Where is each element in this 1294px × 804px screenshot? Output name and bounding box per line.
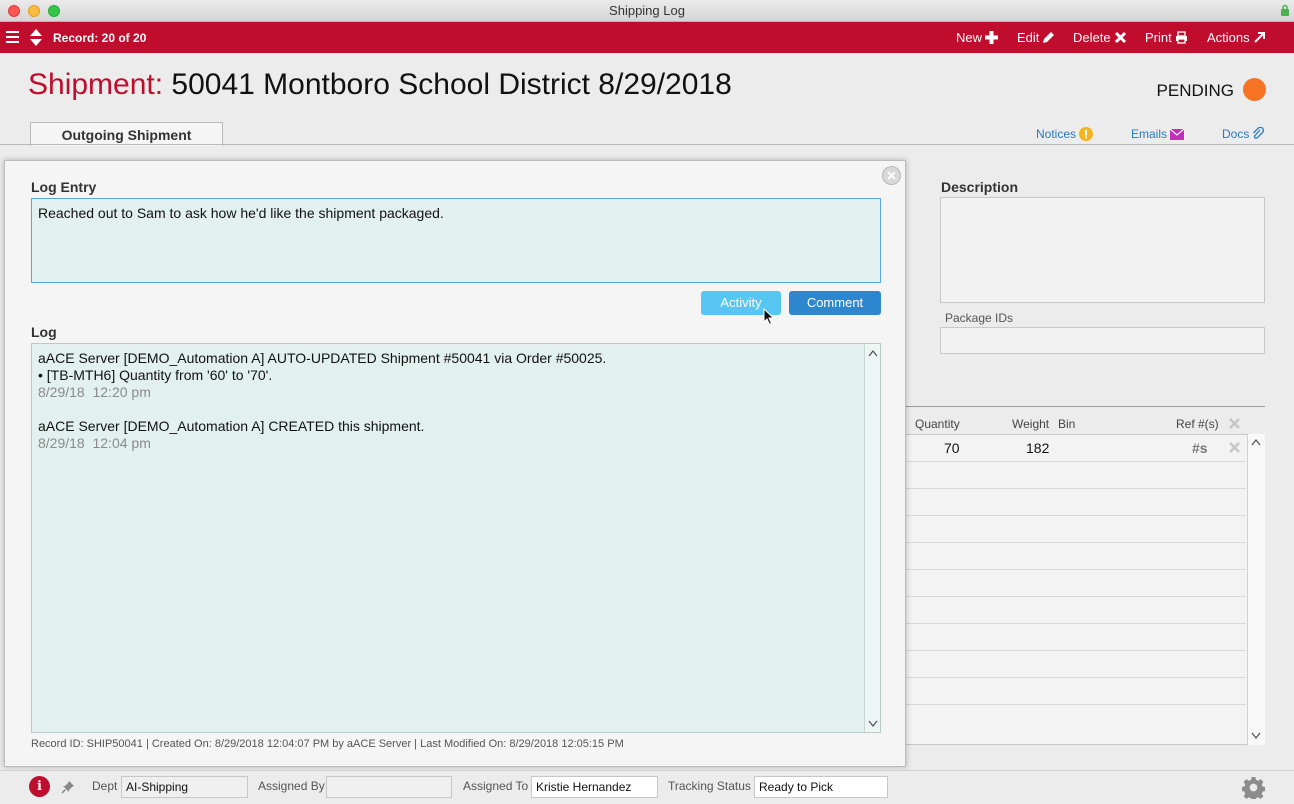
record-toolbar: Record: 20 of 20 New Edit Delete Print A… [0, 22, 1294, 53]
window-title: Shipping Log [609, 3, 685, 18]
docs-link[interactable]: Docs [1222, 127, 1265, 141]
window-close-button[interactable] [8, 5, 20, 17]
record-counter: Record: 20 of 20 [53, 31, 147, 45]
edit-label: Edit [1017, 30, 1040, 45]
external-arrow-icon [1253, 32, 1265, 43]
row-quantity[interactable]: 70 [944, 440, 960, 456]
printer-icon [1175, 31, 1187, 44]
scroll-up-icon[interactable] [868, 349, 878, 357]
page-title: Shipment: 50041 Montboro School District… [28, 68, 732, 102]
status-text: PENDING [1156, 81, 1234, 100]
comment-button[interactable]: Comment [789, 291, 881, 315]
delete-button[interactable]: Delete [1073, 30, 1127, 45]
actions-label: Actions [1207, 30, 1250, 45]
menu-icon[interactable] [6, 30, 19, 44]
paperclip-icon [1253, 127, 1265, 139]
package-ids-label: Package IDs [945, 311, 1014, 325]
print-label: Print [1145, 30, 1172, 45]
log-entry-1-line2: • [TB-MTH6] Quantity from '60' to '70'. [38, 367, 273, 383]
window-minimize-button[interactable] [28, 5, 40, 17]
plus-icon [985, 31, 999, 44]
grid-header-bin: Bin [1058, 417, 1076, 431]
dept-field[interactable]: AI-Shipping [121, 776, 248, 798]
x-icon [1114, 31, 1126, 44]
status-indicator[interactable] [1243, 78, 1266, 101]
pin-icon[interactable] [61, 780, 75, 794]
package-ids-field[interactable] [940, 327, 1265, 354]
grid-header-ref: Ref #(s) [1176, 417, 1219, 431]
docs-label: Docs [1222, 127, 1250, 141]
tracking-status-field[interactable]: Ready to Pick [754, 776, 888, 798]
alert-icon [1079, 127, 1094, 141]
notices-link[interactable]: Notices [1036, 127, 1094, 141]
assigned-to-field[interactable]: Kristie Hernandez [531, 776, 658, 798]
assigned-by-field[interactable] [326, 776, 452, 798]
title-value: 50041 Montboro School District 8/29/2018 [171, 68, 732, 101]
pencil-icon [1043, 32, 1055, 43]
log-scrollbar[interactable] [864, 344, 880, 732]
row-weight[interactable]: 182 [1026, 440, 1049, 456]
log-entry-dialog: Log Entry Reached out to Sam to ask how … [4, 160, 906, 767]
info-icon[interactable]: i [29, 776, 50, 797]
record-navigator-icon[interactable] [29, 28, 43, 47]
clear-all-icon[interactable] [1229, 418, 1240, 429]
title-label: Shipment: [28, 68, 164, 101]
log-history[interactable]: aACE Server [DEMO_Automation A] AUTO-UPD… [31, 343, 881, 733]
envelope-icon [1170, 128, 1185, 140]
record-metadata: Record ID: SHIP50041 | Created On: 8/29/… [31, 738, 624, 750]
log-entry-2-line1: aACE Server [DEMO_Automation A] CREATED … [38, 418, 425, 434]
log-entries: aACE Server [DEMO_Automation A] AUTO-UPD… [38, 350, 606, 452]
grid-header-weight: Weight [1012, 417, 1050, 431]
description-label: Description [941, 179, 1019, 195]
scroll-down-icon[interactable] [1251, 732, 1261, 740]
window-titlebar: Shipping Log [0, 0, 1294, 22]
description-field[interactable] [940, 197, 1265, 303]
ref-numbers-icon[interactable]: #s [1192, 440, 1208, 456]
lock-icon [1281, 4, 1289, 16]
new-button[interactable]: New [956, 30, 999, 45]
record-header: Shipment: 50041 Montboro School District… [0, 53, 1294, 146]
log-entry-1-timestamp: 8/29/18 12:20 pm [38, 384, 151, 400]
delete-label: Delete [1073, 30, 1111, 45]
actions-button[interactable]: Actions [1207, 30, 1266, 45]
delete-row-icon[interactable] [1229, 442, 1240, 453]
log-entry-input[interactable]: Reached out to Sam to ask how he'd like … [31, 198, 881, 283]
emails-link[interactable]: Emails [1131, 127, 1185, 141]
grid-top-border [906, 406, 1265, 407]
log-entry-label: Log Entry [31, 179, 97, 195]
assigned-by-label: Assigned By [258, 779, 325, 793]
gear-icon[interactable] [1242, 776, 1265, 799]
print-button[interactable]: Print [1145, 30, 1188, 45]
mouse-cursor-icon [763, 308, 775, 326]
scroll-up-icon[interactable] [1251, 438, 1261, 446]
tracking-status-label: Tracking Status [668, 779, 751, 793]
assigned-to-label: Assigned To [463, 779, 529, 793]
notices-label: Notices [1036, 127, 1077, 141]
emails-label: Emails [1131, 127, 1168, 141]
new-label: New [956, 30, 983, 45]
tab-divider [0, 144, 1294, 145]
grid-scrollbar[interactable] [1247, 434, 1265, 745]
close-icon [887, 171, 896, 180]
grid-header-quantity: Quantity [915, 417, 960, 431]
edit-button[interactable]: Edit [1017, 30, 1055, 45]
log-entry-2-timestamp: 8/29/18 12:04 pm [38, 435, 151, 451]
close-dialog-button[interactable] [882, 166, 901, 185]
line-items-grid [906, 434, 1265, 745]
log-label: Log [31, 324, 57, 340]
dept-label: Dept [92, 779, 118, 793]
log-entry-1-line1: aACE Server [DEMO_Automation A] AUTO-UPD… [38, 350, 607, 366]
window-zoom-button[interactable] [48, 5, 60, 17]
tab-outgoing-shipment[interactable]: Outgoing Shipment [30, 122, 223, 146]
scroll-down-icon[interactable] [868, 720, 878, 728]
